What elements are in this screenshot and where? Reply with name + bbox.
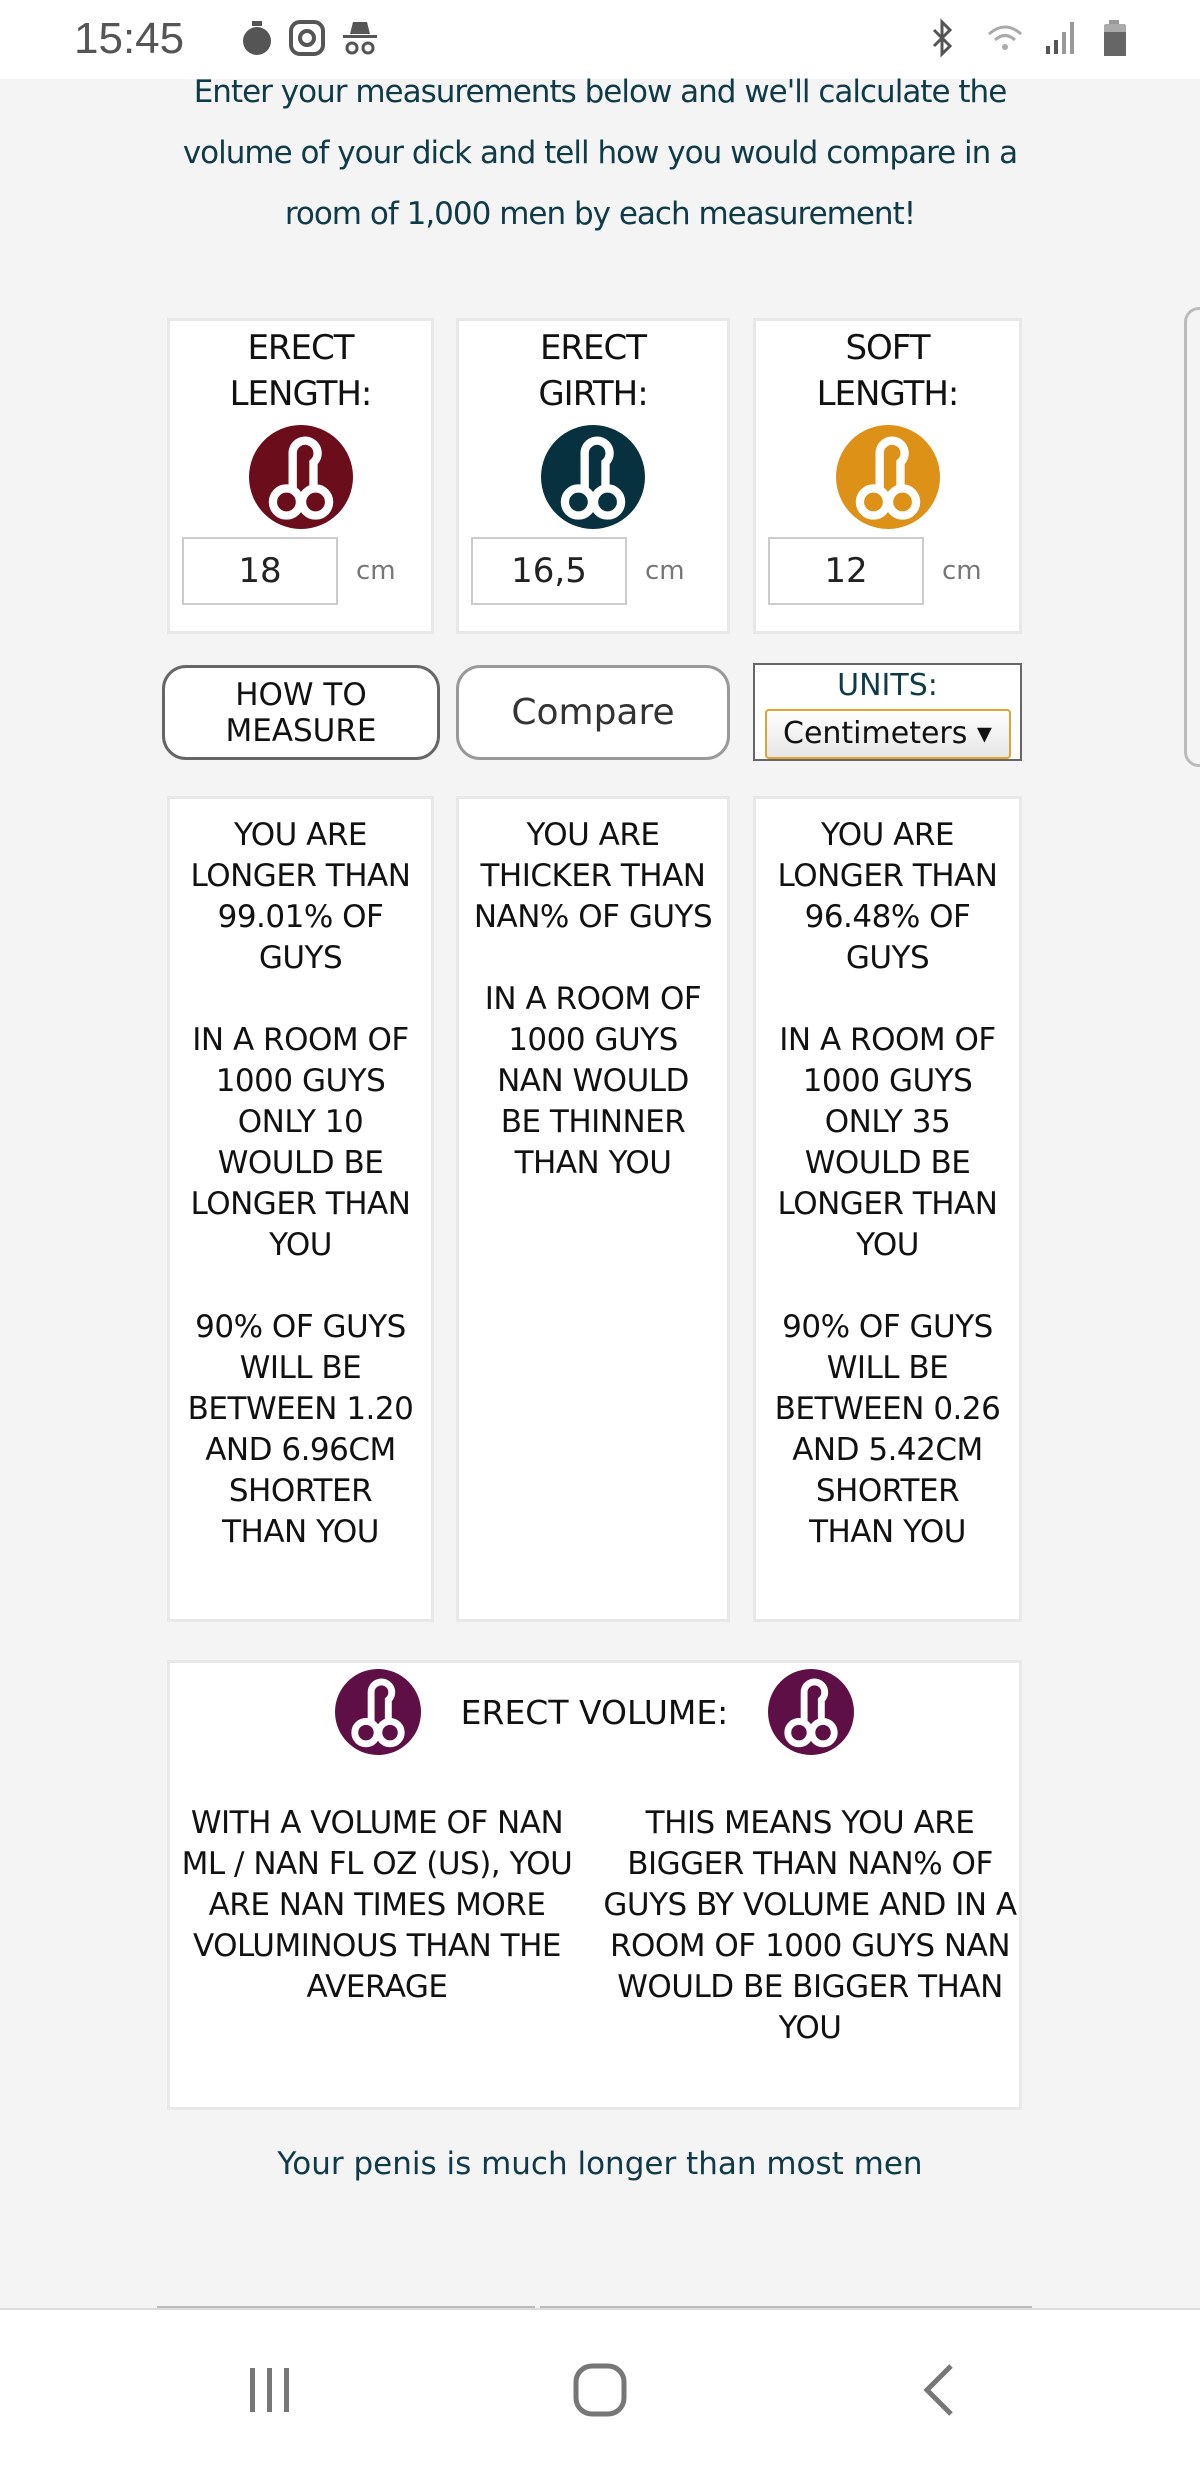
home-icon[interactable] [570,2360,630,2420]
volume-comparison: THIS MEANS YOU ARE BIGGER THAN NAN% OF G… [603,1805,1017,2046]
result-text: IN A ROOM OF 1000 GUYS NAN WOULD BE THIN… [484,981,702,1181]
logo-icon [248,425,353,529]
measurement-card: ERECT LENGTH: 18 cm [167,318,434,634]
result-text: YOU ARE LONGER THAN 96.48% OF GUYS [777,817,998,976]
measurement-input[interactable]: 18 [182,537,338,605]
measurement-title: SOFT LENGTH: [816,328,960,414]
verdict-text: Your penis is much longer than most men [277,2146,923,2182]
scroll-handle[interactable] [1184,307,1200,767]
measurement-input[interactable]: 16,5 [471,537,627,605]
units-label: UNITS: [837,668,938,703]
unit-label: cm [942,556,982,586]
unit-label: cm [356,556,396,586]
recent-apps-icon[interactable] [240,2362,300,2418]
result-text: IN A ROOM OF 1000 GUYS ONLY 35 WOULD BE … [777,1022,998,1263]
signal-icon [1046,22,1074,54]
divider [540,2306,1032,2308]
result-card: YOU ARE LONGER THAN 99.01% OF GUYS IN A R… [167,796,434,1622]
erect-volume-card: ERECT VOLUME: WITH A VOLUME OF NAN ML / … [167,1660,1022,2110]
intro-text: Enter your measurements below and we'll … [182,74,1018,232]
divider [157,2306,535,2308]
logo-icon [835,425,940,529]
measurement-input[interactable]: 12 [768,537,924,605]
clock: 15:45 [74,14,185,63]
instagram-icon [289,20,325,56]
measurement-card: SOFT LENGTH: 12 cm [753,318,1022,634]
logo-icon [768,1669,855,1755]
result-text: YOU ARE LONGER THAN 99.01% OF GUYS [190,817,411,976]
stopwatch-icon [243,21,271,55]
measurement-card: ERECT GIRTH: 16,5 cm [456,318,730,634]
measurement-title: ERECT LENGTH: [229,328,373,414]
volume-stats: WITH A VOLUME OF NAN ML / NAN FL OZ (US)… [181,1805,573,2005]
battery-icon [1104,20,1126,56]
result-card: YOU ARE LONGER THAN 96.48% OF GUYS IN A R… [753,796,1022,1622]
compare-button[interactable]: Compare [456,665,730,760]
measurement-title: ERECT GIRTH: [538,328,648,414]
wifi-icon [988,25,1022,50]
volume-title: ERECT VOLUME: [460,1692,729,1732]
result-card: YOU ARE THICKER THAN NAN% OF GUYS IN A RO… [456,796,730,1622]
unit-label: cm [645,556,685,586]
logo-icon [541,425,645,529]
bluetooth-icon [932,18,953,58]
navigation-bar [0,2306,1200,2467]
units-selector: UNITS: Centimeters ▾ [753,663,1022,761]
result-text: 90% OF GUYS WILL BE BETWEEN 0.26 AND 5.4… [774,1309,1001,1550]
how-to-measure-button[interactable]: HOW TO MEASURE [162,665,440,760]
result-text: YOU ARE THICKER THAN NAN% OF GUYS [473,817,713,935]
back-icon[interactable] [915,2360,965,2420]
incognito-icon [343,22,377,55]
result-text: 90% OF GUYS WILL BE BETWEEN 1.20 AND 6.9… [187,1309,414,1550]
logo-icon [334,1669,421,1755]
units-dropdown[interactable]: Centimeters ▾ [764,709,1011,759]
result-text: IN A ROOM OF 1000 GUYS ONLY 10 WOULD BE … [190,1022,411,1263]
